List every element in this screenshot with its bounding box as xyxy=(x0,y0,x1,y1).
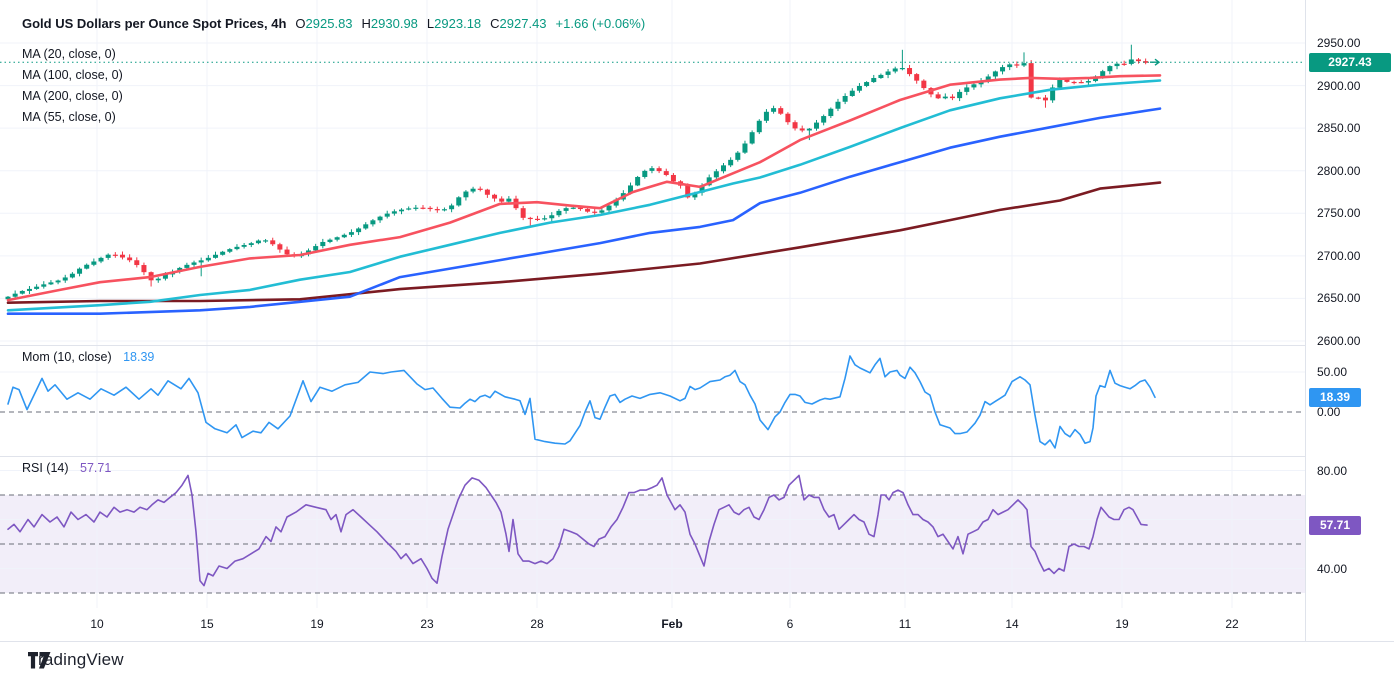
momentum-panel[interactable] xyxy=(0,345,1305,456)
open-label: O xyxy=(295,16,305,31)
tradingview-logo[interactable]: TradingView xyxy=(28,650,124,670)
price-tick: 2600.00 xyxy=(1317,334,1360,348)
rsi-badge: 57.71 xyxy=(1309,516,1361,535)
price-tick: 2800.00 xyxy=(1317,164,1360,178)
close-label: C xyxy=(490,16,499,31)
rsi-value: 57.71 xyxy=(80,461,111,475)
price-tick: 2850.00 xyxy=(1317,121,1360,135)
ma-legend-item-2[interactable]: MA (200, close, 0) xyxy=(22,86,123,107)
last-price-badge: 2927.43 xyxy=(1309,53,1391,72)
ma-legend-item-0[interactable]: MA (20, close, 0) xyxy=(22,44,123,65)
time-tick-23: 23 xyxy=(420,617,433,631)
momentum-value: 18.39 xyxy=(123,350,154,364)
momentum-legend[interactable]: Mom (10, close) 18.39 xyxy=(22,350,154,364)
time-tick-feb: Feb xyxy=(661,617,682,631)
price-axis[interactable]: 2927.43 18.39 57.71 2950.00 2900.00 2850.0… xyxy=(1305,0,1394,641)
price-tick: 2950.00 xyxy=(1317,36,1360,50)
momentum-tick: 0.00 xyxy=(1317,405,1340,419)
time-tick-19: 19 xyxy=(1115,617,1128,631)
open-value: 2925.83 xyxy=(306,16,353,31)
time-tick-11: 11 xyxy=(899,617,911,631)
time-tick-28: 28 xyxy=(530,617,543,631)
ma-legend-item-1[interactable]: MA (100, close, 0) xyxy=(22,65,123,86)
momentum-tick: 50.00 xyxy=(1317,365,1347,379)
price-tick: 2700.00 xyxy=(1317,249,1360,263)
time-tick-6: 6 xyxy=(787,617,794,631)
price-tick: 2750.00 xyxy=(1317,206,1360,220)
high-value: 2930.98 xyxy=(371,16,418,31)
rsi-panel[interactable] xyxy=(0,456,1305,608)
separator-main-momentum[interactable] xyxy=(0,345,1305,346)
trading-chart-app: Gold US Dollars per Ounce Spot Prices, 4… xyxy=(0,0,1394,686)
rsi-legend[interactable]: RSI (14) 57.71 xyxy=(22,461,111,475)
price-tick: 2900.00 xyxy=(1317,79,1360,93)
time-tick-19: 19 xyxy=(310,617,323,631)
symbol-title[interactable]: Gold US Dollars per Ounce Spot Prices, 4… xyxy=(22,16,286,31)
ma-legend: MA (20, close, 0)MA (100, close, 0)MA (2… xyxy=(22,44,123,128)
tradingview-logo-icon xyxy=(28,652,51,669)
momentum-label[interactable]: Mom (10, close) xyxy=(22,350,112,364)
time-tick-14: 14 xyxy=(1005,617,1018,631)
momentum-badge: 18.39 xyxy=(1309,388,1361,407)
timeaxis-bottom-border xyxy=(0,641,1394,642)
time-tick-15: 15 xyxy=(200,617,213,631)
price-tick: 2650.00 xyxy=(1317,291,1360,305)
time-axis[interactable]: 10 15 19 23 28 Feb 6 11 14 19 22 xyxy=(0,608,1305,641)
rsi-tick: 80.00 xyxy=(1317,464,1347,478)
separator-momentum-rsi[interactable] xyxy=(0,456,1305,457)
time-tick-10: 10 xyxy=(90,617,103,631)
time-tick-22: 22 xyxy=(1225,617,1238,631)
close-value: 2927.43 xyxy=(500,16,547,31)
rsi-label[interactable]: RSI (14) xyxy=(22,461,69,475)
change-value: +1.66 (+0.06%) xyxy=(556,16,646,31)
low-value: 2923.18 xyxy=(434,16,481,31)
price-chart-panel[interactable] xyxy=(0,0,1305,345)
ma-legend-item-3[interactable]: MA (55, close, 0) xyxy=(22,107,123,128)
high-label: H xyxy=(362,16,371,31)
rsi-tick: 40.00 xyxy=(1317,562,1347,576)
symbol-header[interactable]: Gold US Dollars per Ounce Spot Prices, 4… xyxy=(22,16,645,31)
